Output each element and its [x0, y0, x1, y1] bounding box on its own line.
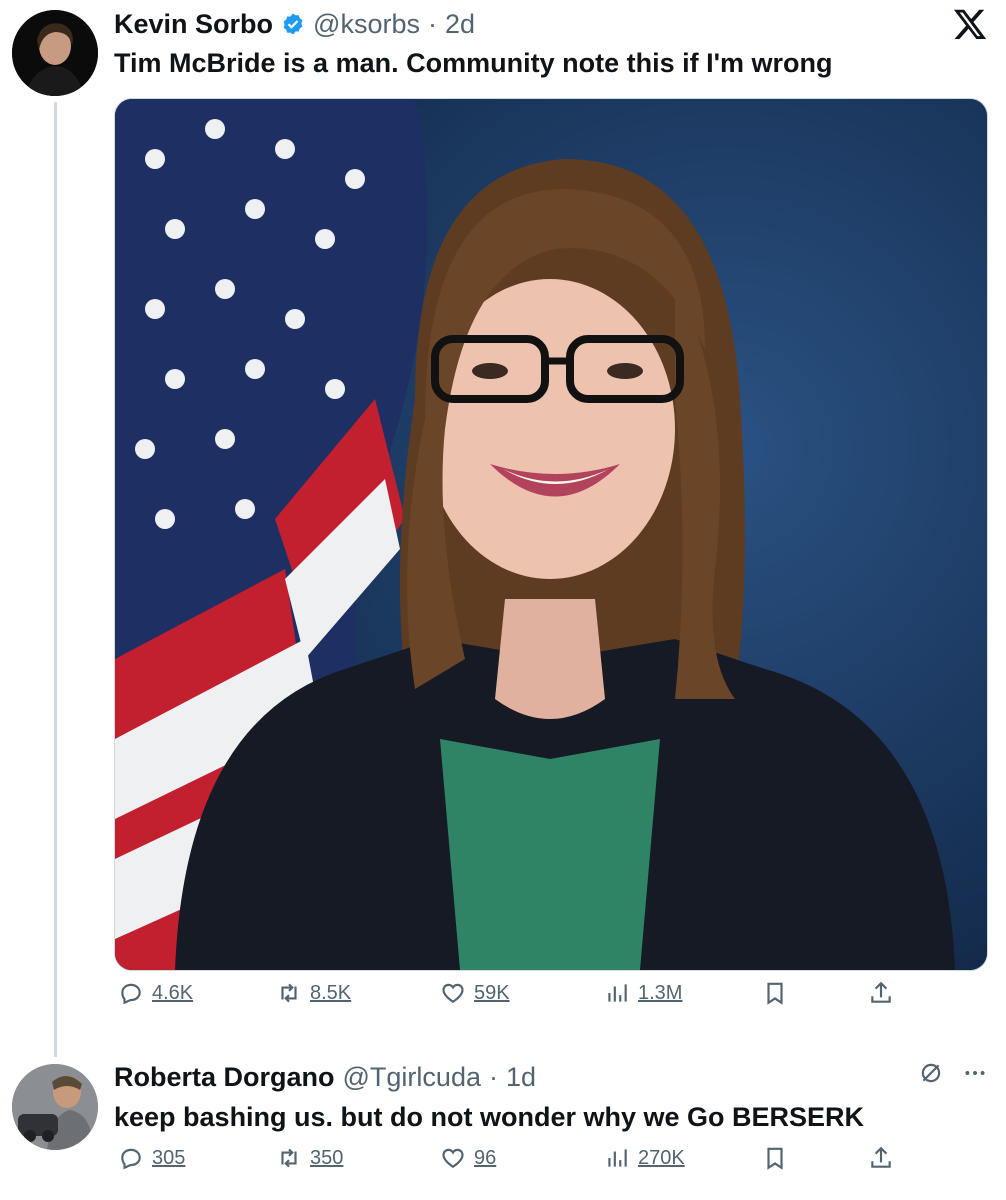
reply-views-count: 270K: [638, 1146, 685, 1169]
views-count: 1.3M: [638, 981, 683, 1004]
reply-bookmark-button[interactable]: [762, 1145, 788, 1171]
separator-dot: ·: [427, 8, 437, 39]
tweet-photo[interactable]: [114, 98, 988, 971]
reply-reply-button[interactable]: 305: [118, 1145, 185, 1171]
reply-timestamp[interactable]: 1d: [506, 1062, 536, 1093]
analytics-icon: [608, 984, 627, 1002]
reply-separator-dot: ·: [488, 1061, 498, 1092]
tweet-timestamp[interactable]: 2d: [445, 9, 475, 40]
reply-reply-count: 305: [152, 1146, 186, 1169]
reply-button[interactable]: 4.6K: [118, 980, 193, 1006]
reply-icon: [121, 1148, 141, 1170]
verified-badge-icon: [281, 12, 305, 36]
reply-action-bar: 305 350 96 270K: [114, 1145, 914, 1185]
retweet-icon: [281, 1148, 297, 1168]
reply-author-name[interactable]: Roberta Dorgano: [114, 1062, 335, 1093]
analytics-icon: [608, 1149, 627, 1167]
views-button[interactable]: 1.3M: [604, 980, 682, 1006]
x-logo-icon[interactable]: [952, 6, 988, 42]
tweet-action-bar: 4.6K 8.5K 59K 1.3M: [114, 980, 914, 1020]
reply-top-icons: [918, 1060, 988, 1091]
reply-like-button[interactable]: 96: [440, 1145, 496, 1171]
reply-text: keep bashing us. but do not wonder why w…: [114, 1102, 865, 1132]
author-avatar[interactable]: [12, 10, 98, 96]
bookmark-button[interactable]: [762, 980, 788, 1006]
author-handle[interactable]: @ksorbs: [313, 9, 420, 40]
like-button[interactable]: 59K: [440, 980, 510, 1006]
share-button[interactable]: [868, 980, 894, 1006]
reply-share-button[interactable]: [868, 1145, 894, 1171]
reply-author-handle[interactable]: @Tgirlcuda: [343, 1062, 481, 1093]
reply-count: 4.6K: [152, 981, 194, 1004]
tweet-text: Tim McBride is a man. Community note thi…: [114, 48, 833, 78]
reply-like-count: 96: [474, 1146, 497, 1169]
grok-icon[interactable]: [918, 1060, 944, 1091]
reply-header: Roberta Dorgano @Tgirlcuda · 1d: [114, 1058, 536, 1096]
heart-icon: [442, 1148, 464, 1168]
tweet-header: Kevin Sorbo @ksorbs · 2d: [114, 4, 475, 44]
more-options-icon[interactable]: [962, 1060, 988, 1091]
retweet-count: 8.5K: [310, 981, 352, 1004]
reply-retweet-count: 350: [310, 1146, 344, 1169]
share-icon: [871, 981, 891, 1003]
reply-author-avatar[interactable]: [12, 1064, 98, 1150]
thread-connector-line: [54, 102, 57, 1057]
retweet-button[interactable]: 8.5K: [276, 980, 351, 1006]
heart-icon: [442, 983, 464, 1003]
reply-icon: [121, 983, 141, 1005]
reply-views-button[interactable]: 270K: [604, 1145, 685, 1171]
share-icon: [871, 1146, 891, 1168]
retweet-icon: [281, 983, 297, 1003]
bookmark-icon: [767, 982, 783, 1005]
bookmark-icon: [767, 1147, 783, 1170]
like-count: 59K: [474, 981, 510, 1004]
author-name[interactable]: Kevin Sorbo: [114, 9, 273, 40]
reply-retweet-button[interactable]: 350: [276, 1145, 343, 1171]
